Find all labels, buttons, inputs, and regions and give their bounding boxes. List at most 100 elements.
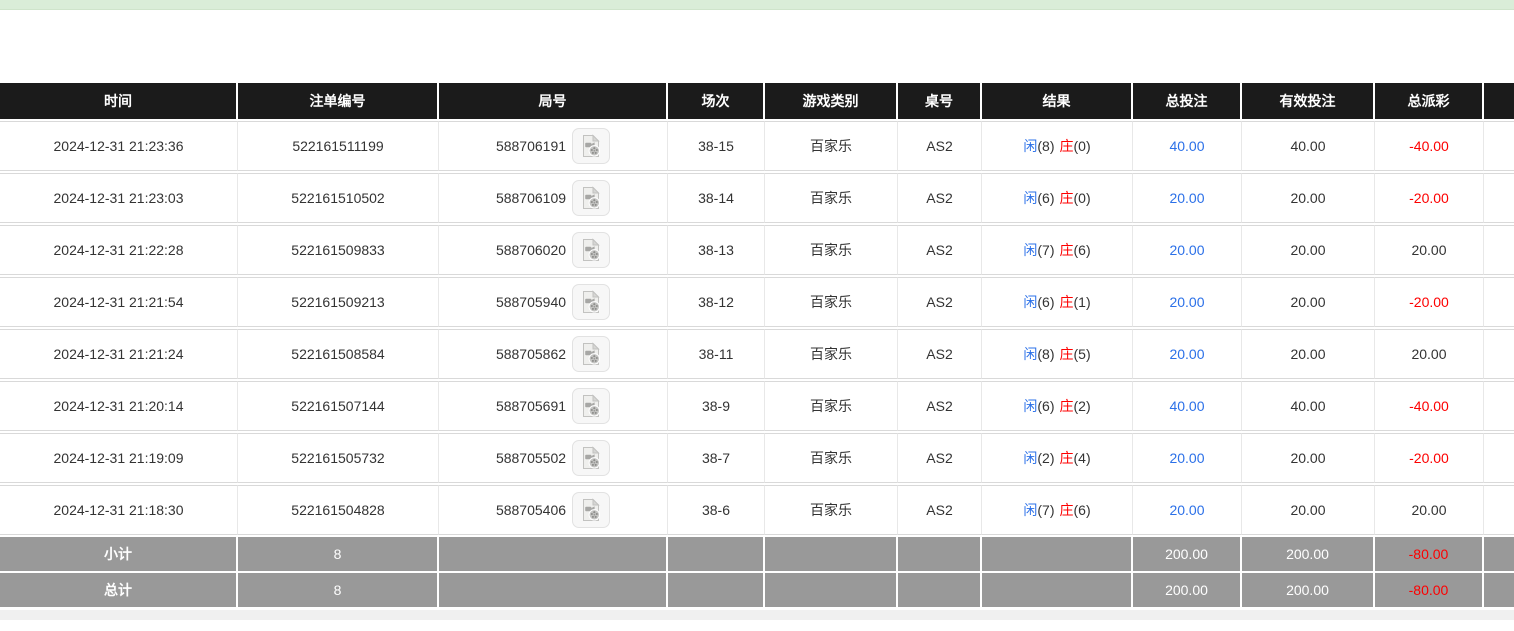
video-replay-button[interactable] (572, 128, 610, 164)
round-cell: 588705502 (439, 433, 668, 483)
extra-cell (1484, 277, 1514, 327)
valid-bet-cell: 20.00 (1242, 329, 1375, 379)
payout-cell: 20.00 (1375, 329, 1484, 379)
subtotal-empty-round (439, 537, 668, 571)
player-score: (8) (1037, 138, 1054, 154)
table-row: 2024-12-31 21:22:28 522161509833 5887060… (0, 225, 1514, 275)
table-row: 2024-12-31 21:21:54 522161509213 5887059… (0, 277, 1514, 327)
col-header-payout: 总派彩 (1375, 83, 1484, 119)
time-cell: 2024-12-31 21:20:14 (0, 381, 238, 431)
session-cell: 38-14 (668, 173, 765, 223)
banker-result: 庄 (1060, 398, 1074, 414)
round-cell: 588706191 (439, 121, 668, 171)
player-result: 闲 (1023, 190, 1037, 206)
bet-records-table: 时间 注单编号 局号 场次 游戏类别 桌号 结果 总投注 有效投注 总派彩 20… (0, 81, 1514, 609)
subtotal-empty-table (898, 537, 982, 571)
video-file-icon (579, 394, 603, 418)
payout-cell: 20.00 (1375, 485, 1484, 535)
bet-id-cell: 522161509833 (238, 225, 439, 275)
video-replay-button[interactable] (572, 180, 610, 216)
extra-cell (1484, 381, 1514, 431)
table-no-cell: AS2 (898, 485, 982, 535)
table-row: 2024-12-31 21:21:24 522161508584 5887058… (0, 329, 1514, 379)
session-cell: 38-11 (668, 329, 765, 379)
valid-bet-cell: 20.00 (1242, 173, 1375, 223)
result-cell: 闲(2)庄(4) (982, 433, 1133, 483)
round-id: 588705406 (496, 502, 566, 518)
subtotal-empty-game (765, 537, 898, 571)
video-replay-button[interactable] (572, 336, 610, 372)
table-row: 2024-12-31 21:19:09 522161505732 5887055… (0, 433, 1514, 483)
table-row: 2024-12-31 21:18:30 522161504828 5887054… (0, 485, 1514, 535)
time-cell: 2024-12-31 21:19:09 (0, 433, 238, 483)
round-cell: 588705406 (439, 485, 668, 535)
game-type-cell: 百家乐 (765, 225, 898, 275)
player-result: 闲 (1023, 398, 1037, 414)
banker-score: (0) (1074, 138, 1091, 154)
total-bet-cell: 20.00 (1133, 329, 1242, 379)
col-header-total-bet: 总投注 (1133, 83, 1242, 119)
player-result: 闲 (1023, 138, 1037, 154)
table-no-cell: AS2 (898, 225, 982, 275)
extra-cell (1484, 121, 1514, 171)
col-header-time: 时间 (0, 83, 238, 119)
total-empty-session (668, 573, 765, 607)
video-file-icon (579, 342, 603, 366)
bet-id-cell: 522161507144 (238, 381, 439, 431)
extra-cell (1484, 173, 1514, 223)
subtotal-empty-result (982, 537, 1133, 571)
video-replay-button[interactable] (572, 440, 610, 476)
game-type-cell: 百家乐 (765, 277, 898, 327)
game-type-cell: 百家乐 (765, 121, 898, 171)
extra-cell (1484, 433, 1514, 483)
time-cell: 2024-12-31 21:21:54 (0, 277, 238, 327)
video-replay-button[interactable] (572, 492, 610, 528)
total-bet-cell: 40.00 (1133, 381, 1242, 431)
game-type-cell: 百家乐 (765, 433, 898, 483)
round-id: 588706191 (496, 138, 566, 154)
player-result: 闲 (1023, 450, 1037, 466)
banker-score: (4) (1074, 450, 1091, 466)
valid-bet-cell: 20.00 (1242, 485, 1375, 535)
result-cell: 闲(7)庄(6) (982, 485, 1133, 535)
banker-score: (1) (1074, 294, 1091, 310)
payout-cell: -20.00 (1375, 173, 1484, 223)
video-replay-button[interactable] (572, 388, 610, 424)
table-no-cell: AS2 (898, 173, 982, 223)
extra-cell (1484, 329, 1514, 379)
valid-bet-cell: 20.00 (1242, 225, 1375, 275)
video-file-icon (579, 238, 603, 262)
total-row: 总计 8 200.00 200.00 -80.00 (0, 573, 1514, 607)
banker-result: 庄 (1060, 242, 1074, 258)
video-replay-button[interactable] (572, 284, 610, 320)
total-empty-result (982, 573, 1133, 607)
total-empty-extra (1484, 573, 1514, 607)
result-cell: 闲(6)庄(1) (982, 277, 1133, 327)
table-no-cell: AS2 (898, 381, 982, 431)
subtotal-count: 8 (238, 537, 439, 571)
session-cell: 38-9 (668, 381, 765, 431)
video-file-icon (579, 498, 603, 522)
session-cell: 38-6 (668, 485, 765, 535)
total-label: 总计 (0, 573, 238, 607)
round-cell: 588706109 (439, 173, 668, 223)
bet-id-cell: 522161508584 (238, 329, 439, 379)
total-bet-cell: 20.00 (1133, 173, 1242, 223)
game-type-cell: 百家乐 (765, 381, 898, 431)
total-bet-cell: 40.00 (1133, 121, 1242, 171)
video-replay-button[interactable] (572, 232, 610, 268)
player-score: (6) (1037, 190, 1054, 206)
player-score: (2) (1037, 450, 1054, 466)
total-empty-round (439, 573, 668, 607)
page-bottom-strip (0, 610, 1514, 620)
player-result: 闲 (1023, 294, 1037, 310)
banker-result: 庄 (1060, 138, 1074, 154)
total-empty-table (898, 573, 982, 607)
game-type-cell: 百家乐 (765, 173, 898, 223)
col-header-session: 场次 (668, 83, 765, 119)
subtotal-payout: -80.00 (1375, 537, 1484, 571)
table-no-cell: AS2 (898, 433, 982, 483)
total-bet-cell: 20.00 (1133, 433, 1242, 483)
total-total-bet: 200.00 (1133, 573, 1242, 607)
subtotal-row: 小计 8 200.00 200.00 -80.00 (0, 537, 1514, 571)
